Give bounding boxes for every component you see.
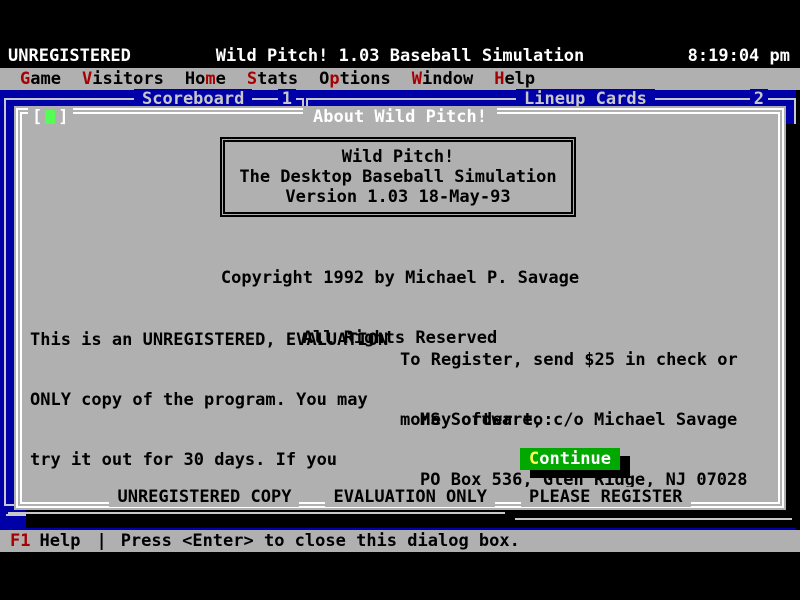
window-border-remnant (6, 514, 26, 516)
badge-unregistered-copy: UNREGISTERED COPY (109, 487, 299, 507)
title-bar: UNREGISTERED Wild Pitch! 1.03 Baseball S… (0, 46, 800, 68)
menu-item-options[interactable]: Options (319, 68, 391, 90)
badge-evaluation-only: EVALUATION ONLY (325, 487, 495, 507)
menu-item-visitors[interactable]: Visitors (82, 68, 164, 90)
product-tagline: The Desktop Baseball Simulation (239, 167, 556, 187)
window-border-remnant (515, 518, 792, 520)
screen-right-edge (796, 90, 800, 530)
menu-item-home[interactable]: Home (185, 68, 226, 90)
menu-item-game[interactable]: Game (20, 68, 61, 90)
close-button[interactable]: [] (28, 107, 73, 127)
f1-key-hint[interactable]: F1 (10, 531, 30, 551)
copyright-line: Copyright 1992 by Michael P. Savage (14, 268, 786, 288)
dialog-title: About Wild Pitch! (303, 107, 497, 127)
window-border-remnant (8, 512, 505, 514)
app-title: Wild Pitch! 1.03 Baseball Simulation (0, 46, 800, 66)
product-version: Version 1.03 18-May-93 (285, 187, 510, 207)
desktop: Scoreboard 1 Lineup Cards 2 [] About Wil… (0, 90, 800, 530)
dialog-footer-badges: UNREGISTERED COPY EVALUATION ONLY PLEASE… (14, 487, 786, 507)
product-name: Wild Pitch! (342, 147, 455, 167)
evaluation-text: This is an UNREGISTERED, EVALUATION ONLY… (30, 290, 388, 600)
close-icon (45, 110, 55, 124)
screen: UNREGISTERED Wild Pitch! 1.03 Baseball S… (0, 0, 800, 600)
badge-please-register: PLEASE REGISTER (521, 487, 691, 507)
clock: 8:19:04 pm (688, 46, 790, 66)
menu-item-stats[interactable]: Stats (247, 68, 298, 90)
about-dialog: [] About Wild Pitch! Wild Pitch! The Des… (14, 106, 786, 510)
menu-item-window[interactable]: Window (412, 68, 473, 90)
continue-button[interactable]: Continue (520, 448, 620, 470)
version-box: Wild Pitch! The Desktop Baseball Simulat… (220, 137, 576, 217)
menu-item-help[interactable]: Help (494, 68, 535, 90)
menu-bar: Game Visitors Home Stats Options Window … (0, 68, 800, 90)
